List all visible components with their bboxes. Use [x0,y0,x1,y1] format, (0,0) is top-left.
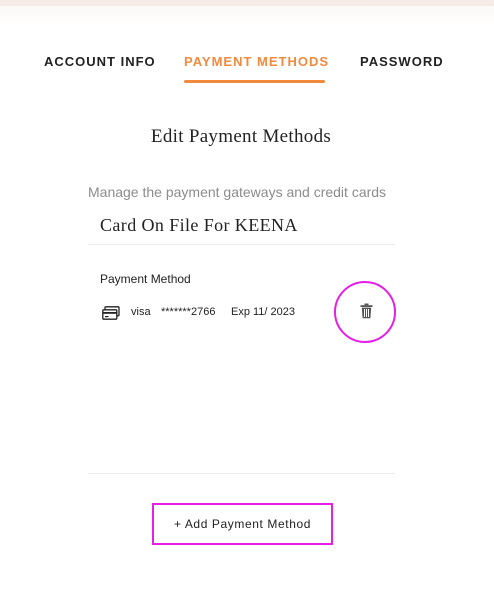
page-title: Edit Payment Methods [150,126,332,147]
tab-password[interactable]: PASSWORD [360,52,444,72]
card-expiry: Exp 11/ 2023 [231,306,296,318]
payment-methods-page: ACCOUNT INFO PAYMENT METHODS PASSWORD Ed… [0,0,494,603]
active-tab-indicator [184,80,325,83]
delete-card-button[interactable] [334,281,396,343]
payment-method-label: Payment Method [100,272,191,286]
trash-icon [360,303,373,319]
page-subtitle: Manage the payment gateways and credit c… [88,184,387,200]
tab-payment-methods[interactable]: PAYMENT METHODS [184,52,329,72]
credit-card-icon [102,306,120,320]
add-payment-method-button[interactable]: + Add Payment Method [152,503,333,545]
card-number: *******2766 [161,306,216,318]
card-on-file-heading: Card On File For KEENA [100,215,298,235]
top-fade [0,6,494,26]
divider [88,473,395,474]
divider [88,244,395,245]
tab-account-info[interactable]: ACCOUNT INFO [44,52,156,72]
settings-tabs: ACCOUNT INFO PAYMENT METHODS PASSWORD [0,52,494,86]
card-brand: visa [131,306,151,318]
